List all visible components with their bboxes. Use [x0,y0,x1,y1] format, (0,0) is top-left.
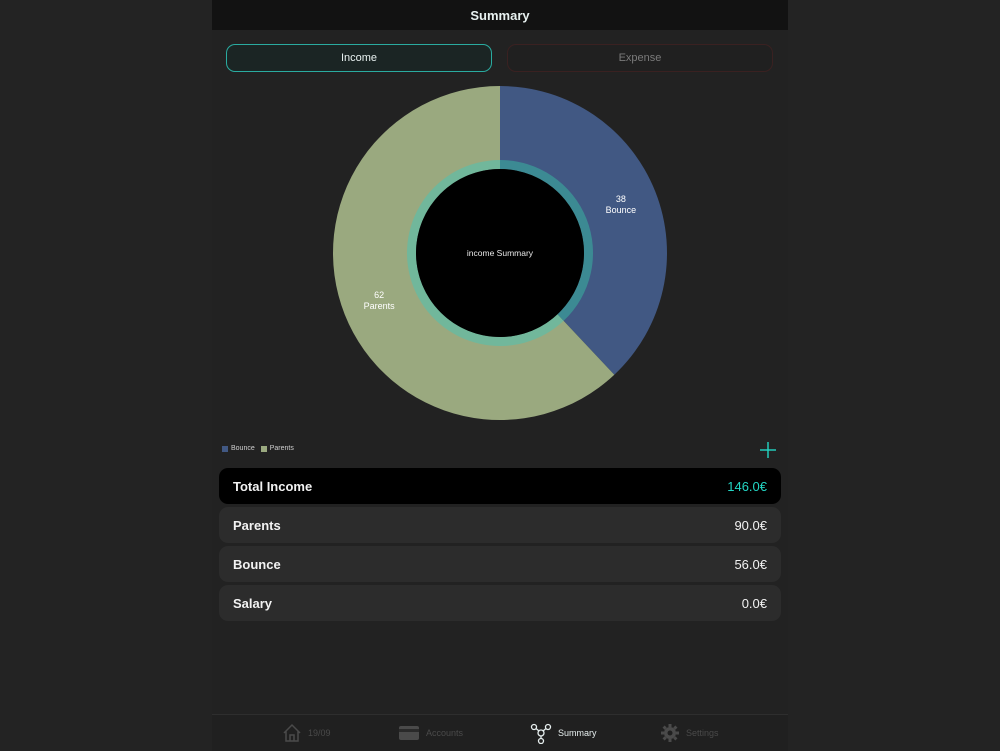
plus-icon [760,442,776,458]
total-income-row: Total Income 146.0€ [219,468,781,504]
expense-tab[interactable]: Expense [507,44,773,72]
tab-summary[interactable]: Summary [530,715,597,751]
slice-value-label-parents: 62 [374,290,384,300]
income-row-label: Bounce [233,556,281,572]
legend-item-parents: Parents [260,445,294,452]
income-row-value: 0.0€ [741,595,767,611]
slice-name-label-bounce: Bounce [606,205,637,215]
legend-item-bounce: Bounce [222,445,255,452]
income-tab[interactable]: Income [226,44,492,72]
income-row-label: Parents [233,517,281,533]
income-row-parents[interactable]: Parents 90.0€ [219,507,781,543]
income-chart: income Summary 38 Bounce 62 Parents [212,80,788,430]
income-row-label: Salary [233,595,273,611]
tab-settings-label: Settings [686,728,719,738]
total-income-value: 146.0€ [727,478,767,494]
app-window: Summary Income Expense income Summary 38… [212,0,788,751]
chart-center-label: income Summary [467,248,534,258]
legend-label-parents: Parents [269,445,294,452]
income-row-salary[interactable]: Salary 0.0€ [219,585,781,621]
tab-home-label: 19/09 [308,728,331,738]
tab-accounts[interactable]: Accounts [398,715,463,751]
legend-swatch-parents [260,445,267,452]
tab-accounts-label: Accounts [426,728,464,738]
chart-legend: Bounce Parents [222,445,294,452]
house-icon [283,723,301,742]
legend-label-bounce: Bounce [231,445,255,452]
income-row-bounce[interactable]: Bounce 56.0€ [219,546,781,582]
summary-icon [530,723,552,744]
total-income-label: Total Income [233,478,313,494]
page-title: Summary [470,7,530,23]
income-row-value: 90.0€ [734,517,767,533]
tab-summary-label: Summary [558,728,597,738]
tab-settings[interactable]: Settings [660,715,719,751]
slice-value-label-bounce: 38 [616,194,626,204]
add-button[interactable] [758,440,778,460]
expense-tab-label: Expense [618,52,662,64]
donut-chart-svg: income Summary 38Bounce 62Parents [333,86,668,420]
wallet-icon [399,726,419,740]
slice-name-label-parents: Parents [364,301,396,311]
tab-bar: 19/09 Accounts Summary Settings [212,714,788,751]
nav-bar: Summary [212,0,788,30]
legend-swatch-bounce [222,445,228,452]
gear-icon [661,724,679,742]
income-row-value: 56.0€ [734,556,767,572]
tab-home[interactable]: 19/09 [282,715,331,751]
income-tab-label: Income [340,52,378,64]
